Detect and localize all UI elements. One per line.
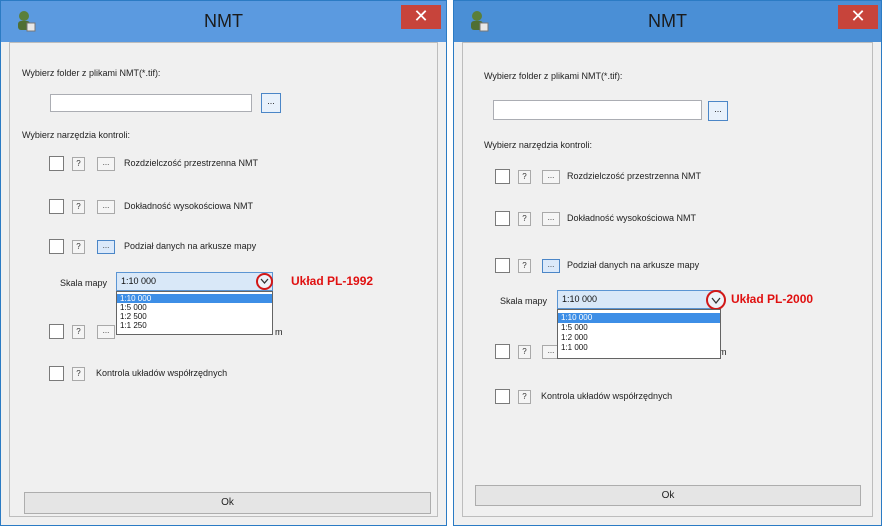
tool-checkbox-sheets[interactable] <box>495 258 510 273</box>
window-title: NMT <box>204 11 243 31</box>
scale-option[interactable]: 1:2 000 <box>558 333 720 343</box>
coordinate-system-annotation: Układ PL-1992 <box>291 274 374 288</box>
ok-button[interactable]: Ok <box>475 485 861 506</box>
nmt-dialog-left: NMT ✕ Wybierz folder z plikami NMT(*.tif… <box>0 0 447 526</box>
tool-label-4: m <box>275 327 283 337</box>
tool-checkbox-resolution[interactable] <box>495 169 510 184</box>
tool-label-resolution: Rozdzielczość przestrzenna NMT <box>567 171 702 181</box>
browse-folder-button[interactable]: ... <box>708 101 728 121</box>
options-button[interactable]: ... <box>542 212 560 226</box>
folder-label: Wybierz folder z plikami NMT(*.tif): <box>484 71 623 81</box>
options-button[interactable]: ... <box>542 259 560 273</box>
help-button[interactable]: ? <box>518 390 531 404</box>
tool-checkbox-4[interactable] <box>49 324 64 339</box>
dialog-body: Wybierz folder z plikami NMT(*.tif): ...… <box>9 42 438 517</box>
scale-value: 1:10 000 <box>121 276 157 286</box>
coordinate-system-annotation: Układ PL-2000 <box>731 292 814 306</box>
scale-dropdown-list[interactable]: 1:10 000 1:5 000 1:2 500 1:1 250 <box>116 291 273 335</box>
tool-checkbox-crs[interactable] <box>49 366 64 381</box>
scale-option[interactable]: 1:10 000 <box>558 313 720 323</box>
close-button[interactable]: ✕ <box>838 5 878 29</box>
tool-label-accuracy: Dokładność wysokościowa NMT <box>124 201 254 211</box>
scale-option[interactable]: 1:2 500 <box>117 312 272 321</box>
help-button[interactable]: ? <box>72 367 85 381</box>
window-title: NMT <box>648 11 687 31</box>
tool-checkbox-resolution[interactable] <box>49 156 64 171</box>
help-button[interactable]: ? <box>518 259 531 273</box>
tool-label-resolution: Rozdzielczość przestrzenna NMT <box>124 158 259 168</box>
tools-label: Wybierz narzędzia kontroli: <box>484 140 592 150</box>
nmt-dialog-right: NMT ✕ Wybierz folder z plikami NMT(*.tif… <box>453 0 882 526</box>
tools-label: Wybierz narzędzia kontroli: <box>22 130 130 140</box>
tool-label-sheets: Podział danych na arkusze mapy <box>124 241 257 251</box>
options-button[interactable]: ... <box>97 200 115 214</box>
options-button[interactable]: ... <box>97 157 115 171</box>
chevron-down-icon[interactable] <box>706 290 726 310</box>
scale-option[interactable]: 1:1 000 <box>558 343 720 353</box>
tool-checkbox-crs[interactable] <box>495 389 510 404</box>
scale-label: Skala mapy <box>60 278 108 288</box>
tool-label-accuracy: Dokładność wysokościowa NMT <box>567 213 697 223</box>
scale-combobox[interactable]: 1:10 000 <box>116 272 273 291</box>
scale-option[interactable]: 1:5 000 <box>117 303 272 312</box>
tool-checkbox-sheets[interactable] <box>49 239 64 254</box>
options-button[interactable]: ... <box>97 325 115 339</box>
ok-button[interactable]: Ok <box>24 492 431 514</box>
help-button[interactable]: ? <box>72 240 85 254</box>
help-button[interactable]: ? <box>518 345 531 359</box>
chevron-down-icon[interactable] <box>256 273 273 290</box>
tool-label-crs: Kontrola układów współrzędnych <box>96 368 228 378</box>
scale-value: 1:10 000 <box>562 294 598 304</box>
tool-checkbox-accuracy[interactable] <box>49 199 64 214</box>
scale-option[interactable]: 1:1 250 <box>117 321 272 330</box>
tool-checkbox-4[interactable] <box>495 344 510 359</box>
dialog-body: Wybierz folder z plikami NMT(*.tif): ...… <box>462 42 873 517</box>
options-button[interactable]: ... <box>97 240 115 254</box>
help-button[interactable]: ? <box>72 200 85 214</box>
browse-folder-button[interactable]: ... <box>261 93 281 113</box>
help-button[interactable]: ? <box>72 157 85 171</box>
scale-option[interactable]: 1:5 000 <box>558 323 720 333</box>
close-button[interactable]: ✕ <box>401 5 441 29</box>
scale-option[interactable]: 1:10 000 <box>117 294 272 303</box>
tool-label-sheets: Podział danych na arkusze mapy <box>567 260 700 270</box>
help-button[interactable]: ? <box>518 212 531 226</box>
scale-label: Skala mapy <box>500 296 548 306</box>
options-button[interactable]: ... <box>542 170 560 184</box>
folder-path-input[interactable] <box>493 100 702 120</box>
tool-checkbox-accuracy[interactable] <box>495 211 510 226</box>
folder-label: Wybierz folder z plikami NMT(*.tif): <box>22 68 161 78</box>
scale-combobox[interactable]: 1:10 000 <box>557 290 721 309</box>
help-button[interactable]: ? <box>518 170 531 184</box>
help-button[interactable]: ? <box>72 325 85 339</box>
scale-dropdown-list[interactable]: 1:10 000 1:5 000 1:2 000 1:1 000 <box>557 309 721 359</box>
tool-label-crs: Kontrola układów współrzędnych <box>541 391 673 401</box>
folder-path-input[interactable] <box>50 94 252 112</box>
